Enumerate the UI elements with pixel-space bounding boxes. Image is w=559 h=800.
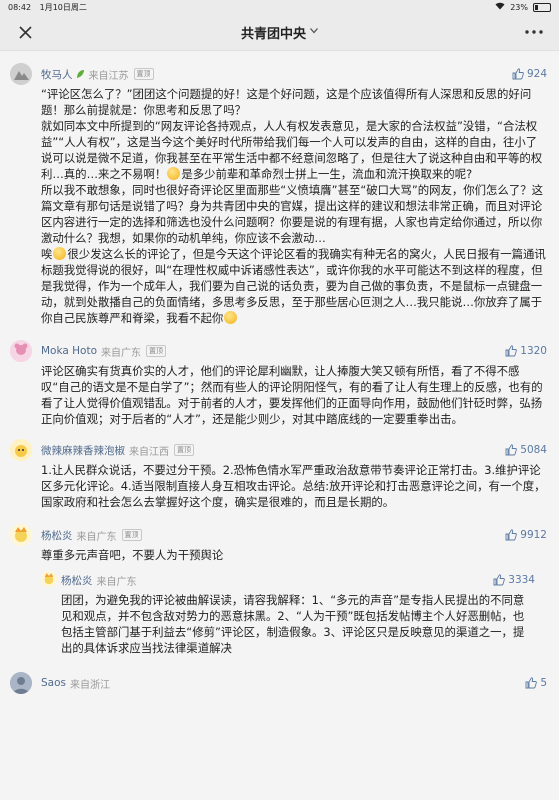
comment-text-segment: 唉 (41, 247, 53, 261)
comment-meta: 牧马人 来自江苏 置顶 924 (41, 63, 547, 85)
like-count: 9912 (520, 529, 547, 541)
like-button[interactable]: 5 (525, 677, 547, 689)
comment-item: Saos 来自浙江 5 (0, 672, 559, 694)
comment-paragraph: “评论区怎么了？”团团这个问题提的好！这是个好问题，这是个应该值得所有人深思和反… (41, 87, 532, 117)
battery-percent: 23% (510, 2, 528, 12)
username[interactable]: Moka Hoto (41, 345, 97, 357)
pinned-badge: 置顶 (146, 345, 167, 357)
thumbs-up-icon (525, 677, 538, 689)
leaf-icon (75, 69, 85, 79)
avatar[interactable] (10, 439, 32, 461)
username[interactable]: 杨松炎 (61, 573, 93, 588)
comment-text: 1.让人民群众说话，不要过分干预。2.恐怖色情水军严重政治敌意带节奏评论正常打击… (41, 463, 546, 509)
comment-paragraph: 就如同本文中所提到的“网友评论各持观点，人人有权发表意见，是大家的合法权益”没错… (41, 118, 547, 182)
comment-item: 牧马人 来自江苏 置顶 924 “评论区怎么了？”团团这个问题提的好！这是个好问… (0, 63, 559, 326)
avatar[interactable] (41, 571, 57, 587)
status-date: 1月10日周二 (39, 2, 87, 12)
status-time: 08:42 (8, 2, 32, 12)
reply-item: 杨松炎 来自广东 3334 团团，为避免我的评论被曲解误读，请容我解释：1、“多… (41, 569, 547, 656)
reply-text: 团团，为避免我的评论被曲解误读，请容我解释：1、“多元的声音”是专指人民提出的不… (61, 593, 525, 655)
comment-text: 尊重多元声音吧，不要人为干预舆论 (41, 548, 224, 562)
status-bar: 08:42 1月10日周二 23% (0, 0, 559, 14)
location: 来自广东 (96, 576, 137, 588)
comment-paragraph: 所以我不敢想象，同时也很好奇评论区里面那些“义愤填膺”甚至“破口大骂”的网友，你… (41, 183, 544, 245)
close-icon[interactable] (14, 21, 36, 43)
thumbs-up-icon (505, 345, 518, 357)
pinned-badge: 置顶 (133, 68, 154, 80)
sad-emoji-icon (53, 247, 67, 260)
comment-meta: Saos 来自浙江 5 (41, 672, 547, 694)
like-button[interactable]: 3334 (493, 574, 535, 586)
username[interactable]: Saos (41, 677, 66, 689)
location: 来自江西 (129, 446, 169, 458)
thumbs-up-icon (493, 574, 506, 586)
avatar[interactable] (10, 340, 32, 362)
status-left: 08:42 1月10日周二 (8, 2, 93, 13)
like-button[interactable]: 1320 (505, 345, 547, 357)
status-right: 23% (495, 2, 551, 12)
comment-item: Moka Hoto 来自广东 置顶 1320 评论区确实有货真价实的人才，他们的… (0, 340, 559, 427)
wifi-icon (495, 2, 505, 12)
like-button[interactable]: 5084 (505, 444, 547, 456)
like-count: 5084 (520, 444, 547, 456)
comment-text-segment: 是多少前辈和革命烈士拼上一生，流血和流汗换取来的呢? (181, 167, 473, 181)
comment-item: 杨松炎 来自广东 置顶 9912 尊重多元声音吧，不要人为干预舆论 杨松炎 来自… (0, 524, 559, 656)
page-title-text: 共青团中央 (240, 26, 306, 42)
battery-icon (533, 2, 551, 12)
avatar[interactable] (10, 672, 32, 694)
comment-item: 微辣麻辣香辣泡椒 来自江西 置顶 5084 1.让人民群众说话，不要过分干预。2… (0, 439, 559, 510)
location: 来自江苏 (88, 70, 129, 82)
like-count: 1320 (520, 345, 547, 357)
sweat-smile-emoji-icon (167, 167, 181, 180)
location: 来自浙江 (70, 679, 110, 691)
smile-emoji-icon (224, 311, 238, 324)
like-button[interactable]: 924 (512, 68, 547, 80)
like-count: 5 (540, 677, 547, 689)
pinned-badge: 置顶 (174, 444, 194, 456)
thumbs-up-icon (505, 529, 518, 541)
comment-meta: 杨松炎 来自广东 置顶 9912 (41, 524, 547, 546)
like-count: 3334 (508, 574, 535, 586)
like-button[interactable]: 9912 (505, 529, 547, 541)
nav-bar: 共青团中央 (0, 14, 559, 51)
thumbs-up-icon (505, 444, 518, 456)
username[interactable]: 牧马人 (41, 67, 73, 82)
location: 来自广东 (76, 531, 117, 543)
username[interactable]: 杨松炎 (41, 528, 73, 543)
page-title[interactable]: 共青团中央 (241, 23, 318, 42)
comment-text-segment: 很少发这么长的评论了，但是今天这个评论区看的我确实有种无名的窝火，人民日报有一篇… (41, 247, 546, 325)
avatar[interactable] (10, 63, 32, 85)
like-count: 924 (526, 68, 547, 80)
comment-meta: 微辣麻辣香辣泡椒 来自江西 置顶 5084 (41, 439, 547, 461)
reply-meta: 杨松炎 来自广东 3334 (61, 569, 535, 591)
comment-text: 评论区确实有货真价实的人才，他们的评论犀利幽默，让人捧腹大笑又顿有所悟，看了不得… (41, 364, 543, 426)
pinned-badge: 置顶 (121, 529, 142, 541)
comment-paragraph: 唉很少发这么长的评论了，但是今天这个评论区看的我确实有种无名的窝火，人民日报有一… (41, 246, 547, 326)
avatar[interactable] (10, 524, 32, 546)
comment-text: “评论区怎么了？”团团这个问题提的好！这是个好问题，这是个应该值得所有人深思和反… (41, 86, 547, 326)
username[interactable]: 微辣麻辣香辣泡椒 (41, 443, 125, 458)
chevron-down-icon (310, 27, 318, 37)
more-icon[interactable] (523, 21, 545, 43)
thumbs-up-icon (512, 68, 524, 80)
location: 来自广东 (101, 347, 142, 359)
comment-meta: Moka Hoto 来自广东 置顶 1320 (41, 340, 547, 362)
